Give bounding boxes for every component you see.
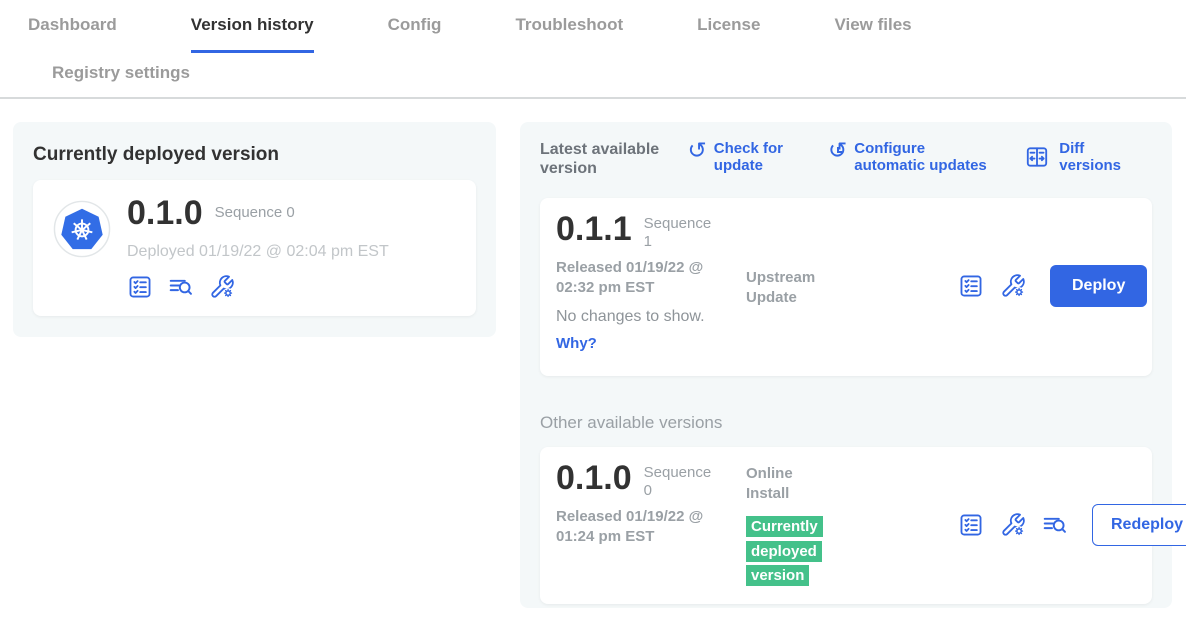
deployed-timestamp: Deployed 01/19/22 @ 02:04 pm EST bbox=[127, 243, 389, 261]
edit-config-icon[interactable] bbox=[1000, 512, 1026, 538]
latest-available-panel: Latest available version ↺ Check for upd… bbox=[520, 122, 1172, 608]
top-nav: Dashboard Version history Config Trouble… bbox=[0, 0, 1186, 99]
current-version-body: 0.1.0 Sequence 0 Deployed 01/19/22 @ 02:… bbox=[127, 196, 389, 300]
tab-registry-settings[interactable]: Registry settings bbox=[52, 63, 190, 97]
tab-version-history[interactable]: Version history bbox=[191, 15, 314, 53]
other-version-number: 0.1.0 bbox=[556, 461, 632, 497]
latest-card-left: 0.1.1 Sequence 1 Released 01/19/22 @ 02:… bbox=[556, 212, 746, 360]
other-card-middle: Online Install Currently deployed versio… bbox=[746, 461, 958, 588]
preflight-checks-icon[interactable] bbox=[127, 274, 153, 300]
schedule-update-icon: ↺ bbox=[828, 140, 847, 160]
preflight-checks-icon[interactable] bbox=[958, 273, 984, 299]
why-link[interactable]: Why? bbox=[556, 335, 597, 352]
other-released-timestamp: Released 01/19/22 @ 01:24 pm EST bbox=[556, 507, 728, 546]
latest-available-title: Latest available version bbox=[540, 140, 672, 178]
deploy-logs-icon[interactable] bbox=[168, 274, 194, 300]
tab-view-files[interactable]: View files bbox=[834, 15, 911, 53]
current-version-number: 0.1.0 bbox=[127, 196, 203, 232]
current-sequence-label: Sequence 0 bbox=[215, 196, 295, 222]
other-versions-title: Other available versions bbox=[540, 413, 1152, 433]
currently-deployed-title: Currently deployed version bbox=[33, 144, 476, 166]
tab-dashboard[interactable]: Dashboard bbox=[28, 15, 117, 53]
tab-config[interactable]: Config bbox=[388, 15, 442, 53]
upstream-update-label: Upstream Update bbox=[746, 268, 830, 307]
latest-version-card: 0.1.1 Sequence 1 Released 01/19/22 @ 02:… bbox=[540, 198, 1152, 376]
check-for-update-link[interactable]: ↺ Check for update bbox=[688, 140, 792, 175]
deploy-button[interactable]: Deploy bbox=[1050, 265, 1147, 307]
configure-automatic-updates-link[interactable]: ↺ Configure automatic updates bbox=[828, 140, 994, 175]
currently-deployed-badge: Currently deployed version bbox=[746, 516, 823, 586]
refresh-icon: ↺ bbox=[688, 140, 707, 160]
other-card-actions: Redeploy bbox=[958, 461, 1186, 588]
nav-row-2: Registry settings bbox=[0, 53, 1186, 97]
online-install-label: Online Install bbox=[746, 464, 830, 503]
latest-version-number: 0.1.1 bbox=[556, 212, 632, 248]
current-version-card: 0.1.0 Sequence 0 Deployed 01/19/22 @ 02:… bbox=[33, 180, 476, 316]
other-sequence-label: Sequence 0 bbox=[644, 461, 718, 500]
edit-config-icon[interactable] bbox=[1000, 273, 1026, 299]
diff-icon bbox=[1024, 144, 1050, 170]
latest-released-timestamp: Released 01/19/22 @ 02:32 pm EST bbox=[556, 258, 728, 297]
redeploy-button[interactable]: Redeploy bbox=[1092, 504, 1186, 546]
latest-card-actions: Deploy bbox=[958, 212, 1147, 360]
currently-deployed-panel: Currently deployed version bbox=[13, 122, 496, 337]
tab-troubleshoot[interactable]: Troubleshoot bbox=[515, 15, 623, 53]
nav-row-1: Dashboard Version history Config Trouble… bbox=[0, 15, 1186, 53]
other-card-left: 0.1.0 Sequence 0 Released 01/19/22 @ 01:… bbox=[556, 461, 746, 588]
no-changes-text: No changes to show. bbox=[556, 308, 746, 326]
diff-versions-link[interactable]: Diff versions bbox=[1024, 140, 1146, 175]
other-version-card: 0.1.0 Sequence 0 Released 01/19/22 @ 01:… bbox=[540, 447, 1152, 604]
kubernetes-logo bbox=[53, 200, 111, 258]
tab-license[interactable]: License bbox=[697, 15, 760, 53]
deploy-logs-icon[interactable] bbox=[1042, 512, 1068, 538]
latest-sequence-label: Sequence 1 bbox=[644, 212, 718, 251]
edit-config-icon[interactable] bbox=[209, 274, 235, 300]
preflight-checks-icon[interactable] bbox=[958, 512, 984, 538]
latest-card-middle: Upstream Update bbox=[746, 212, 958, 360]
